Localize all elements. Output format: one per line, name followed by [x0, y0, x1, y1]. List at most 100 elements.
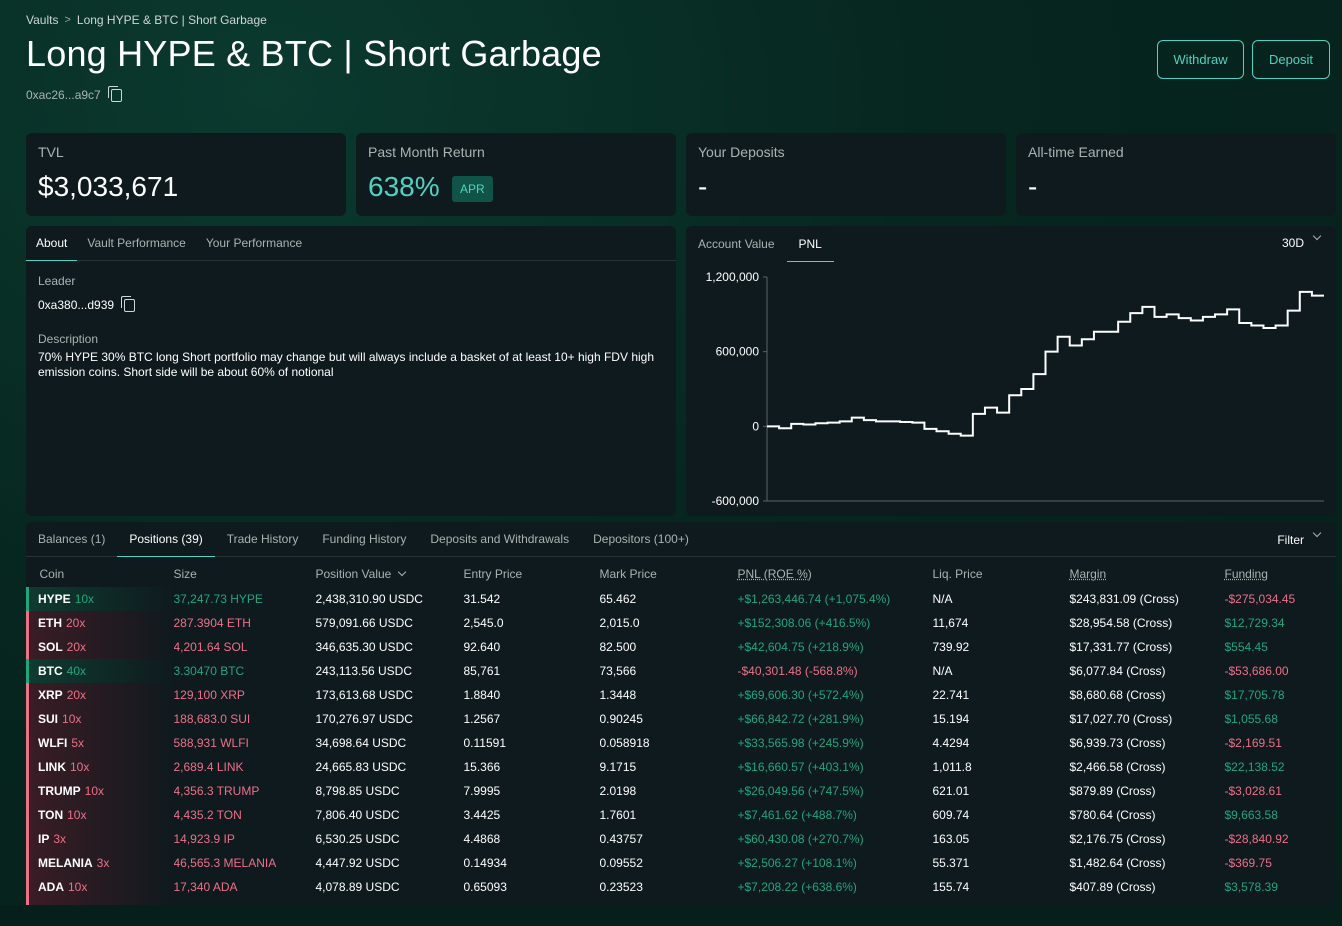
tab-balances[interactable]: Balances (1) — [26, 522, 117, 556]
deposits-label: Your Deposits — [698, 144, 785, 160]
copy-icon[interactable] — [107, 85, 122, 102]
table-row[interactable]: LINK 10x 2,689.4 LINK 24,665.83 USDC 15.366 9… — [26, 755, 1335, 779]
range-select[interactable]: 30D — [1282, 231, 1322, 250]
table-row[interactable]: IP 3x 14,923.9 IP 6,530.25 USDC 4.4868 0.4375… — [26, 827, 1335, 851]
cell-entry-price: 92.640 — [463, 640, 501, 654]
table-row[interactable]: SOL 20x 4,201.64 SOL 346,635.30 USDC 92.640 8… — [26, 635, 1335, 659]
col-margin-label: Margin — [1069, 566, 1107, 581]
col-size[interactable]: Size — [174, 560, 316, 587]
cell-coin[interactable]: IP 3x — [26, 827, 174, 851]
cell-position-value: 24,665.83 USDC — [315, 760, 407, 774]
cell-funding: -$275,034.45 — [1224, 592, 1296, 606]
copy-icon[interactable] — [121, 296, 136, 312]
tab-about[interactable]: About — [26, 226, 78, 261]
cell-coin[interactable]: TRUMP 10x — [26, 779, 174, 803]
table-row[interactable]: TON 10x 4,435.2 TON 7,806.40 USDC 3.4425 1.76… — [26, 803, 1335, 827]
earned-value: - — [1028, 171, 1038, 202]
cell-position-value: 34,698.64 USDC — [315, 736, 407, 750]
cell-entry-price: 31.542 — [463, 592, 501, 606]
cell-coin[interactable]: ADA 10x — [26, 875, 174, 899]
cell-position-value: 4,447.92 USDC — [315, 856, 400, 870]
col-funding-label: Funding — [1224, 566, 1268, 581]
cell-coin[interactable]: ETH 20x — [26, 611, 174, 635]
month-return-card: Past Month Return 638% APR — [356, 133, 676, 216]
cell-liq-price: 621.01 — [932, 784, 970, 798]
col-position-value[interactable]: Position Value — [316, 560, 464, 587]
cell-coin[interactable]: TON 10x — [26, 803, 174, 827]
cell-pnl: +$33,565.98 (+245.9%) — [737, 736, 864, 750]
positions-table-body: HYPE 10x 37,247.73 HYPE 2,438,310.90 USDC 31… — [26, 587, 1335, 923]
y-tick-label: 0 — [752, 419, 759, 433]
description-text: 70% HYPE 30% BTC long Short portfolio ma… — [38, 350, 655, 379]
breadcrumb-vaults[interactable]: Vaults — [26, 13, 58, 27]
tab-account-value[interactable]: Account Value — [686, 226, 787, 261]
about-panel: About Vault Performance Your Performance… — [26, 226, 676, 516]
cell-entry-price: 0.11591 — [463, 736, 507, 750]
tab-funding-history[interactable]: Funding History — [310, 522, 418, 556]
cell-entry-price: 0.65093 — [463, 880, 507, 894]
cell-liq-price: 55.371 — [932, 856, 970, 870]
cell-coin[interactable]: XRP 20x — [26, 683, 174, 707]
table-row[interactable]: ADA 10x 17,340 ADA 4,078.89 USDC 0.65093 0.23… — [26, 875, 1335, 899]
table-row[interactable]: ETH 20x 287.3904 ETH 579,091.66 USDC 2,545.0… — [26, 611, 1335, 635]
cell-pnl: +$42,604.75 (+218.9%) — [737, 640, 864, 654]
withdraw-button[interactable]: Withdraw — [1157, 40, 1244, 79]
tab-your-performance[interactable]: Your Performance — [196, 226, 312, 260]
col-coin[interactable]: Coin — [28, 560, 174, 587]
cell-margin: $6,939.73 (Cross) — [1069, 736, 1166, 750]
cell-mark-price: 2,015.0 — [599, 616, 640, 630]
table-row[interactable]: SUI 10x 188,683.0 SUI 170,276.97 USDC 1.2567… — [26, 707, 1335, 731]
tab-trade-history[interactable]: Trade History — [215, 522, 311, 556]
cell-coin[interactable]: SOL 20x — [26, 635, 174, 659]
deposits-card: Your Deposits - — [686, 133, 1006, 216]
cell-mark-price: 0.09552 — [599, 856, 643, 870]
page-title: Long HYPE & BTC | Short Garbage — [26, 33, 602, 74]
coin-name: TON — [38, 808, 64, 822]
cell-mark-price: 0.43757 — [599, 832, 643, 846]
cell-position-value: 4,078.89 USDC — [315, 880, 400, 894]
tab-deposits-withdrawals[interactable]: Deposits and Withdrawals — [418, 522, 581, 556]
cell-funding: $554.45 — [1224, 640, 1268, 654]
cell-coin[interactable]: MELANIA 3x — [26, 851, 174, 875]
tab-vault-performance[interactable]: Vault Performance — [77, 226, 196, 260]
apr-badge: APR — [452, 176, 493, 202]
col-funding[interactable]: Funding — [1225, 560, 1335, 587]
cell-size: 4,356.3 TRUMP — [173, 784, 260, 798]
col-entry-price[interactable]: Entry Price — [464, 560, 600, 587]
col-mark-price[interactable]: Mark Price — [600, 560, 738, 587]
tab-positions[interactable]: Positions (39) — [117, 522, 216, 557]
cell-liq-price: 163.05 — [932, 832, 970, 846]
cell-margin: $243,831.09 (Cross) — [1069, 592, 1179, 606]
cell-coin[interactable]: SUI 10x — [26, 707, 174, 731]
table-row[interactable]: XRP 20x 129,100 XRP 173,613.68 USDC 1.8840 1.… — [26, 683, 1335, 707]
cell-coin[interactable]: WLFI 5x — [26, 731, 174, 755]
chevron-down-icon — [398, 567, 407, 576]
cell-entry-price: 2,545.0 — [463, 616, 504, 630]
cell-coin[interactable]: HYPE 10x — [26, 587, 174, 611]
cell-coin[interactable]: BTC 40x — [26, 659, 174, 683]
cell-size: 46,565.3 MELANIA — [173, 856, 277, 870]
table-row[interactable]: WLFI 5x 588,931 WLFI 34,698.64 USDC 0.11591 0… — [26, 731, 1335, 755]
table-row[interactable]: BTC 40x 3.30470 BTC 243,113.56 USDC 85,761 73… — [26, 659, 1335, 683]
leader-label: Leader — [38, 274, 76, 288]
about-tabs: About Vault Performance Your Performance — [26, 226, 676, 261]
tab-pnl[interactable]: PNL — [786, 226, 835, 262]
cell-size: 4,201.64 SOL — [173, 640, 248, 654]
cell-position-value: 173,613.68 USDC — [315, 688, 413, 702]
cell-funding: $22,138.52 — [1224, 760, 1285, 774]
col-margin[interactable]: Margin — [1070, 560, 1225, 587]
deposit-button[interactable]: Deposit — [1252, 40, 1330, 79]
cell-pnl: +$69,606.30 (+572.4%) — [737, 688, 864, 702]
table-row[interactable]: HYPE 10x 37,247.73 HYPE 2,438,310.90 USDC 31… — [26, 587, 1335, 611]
cell-coin[interactable]: LINK 10x — [26, 755, 174, 779]
cell-mark-price: 9.1715 — [599, 760, 637, 774]
cell-mark-price: 65.462 — [599, 592, 637, 606]
coin-name: HYPE — [38, 592, 71, 606]
col-liq-price[interactable]: Liq. Price — [933, 560, 1070, 587]
cell-size: 129,100 XRP — [173, 688, 245, 702]
filter-select[interactable]: Filter — [1277, 528, 1322, 547]
table-row[interactable]: TRUMP 10x 4,356.3 TRUMP 8,798.85 USDC 7.9995… — [26, 779, 1335, 803]
tab-depositors[interactable]: Depositors (100+) — [581, 522, 701, 556]
col-pnl[interactable]: PNL (ROE %) — [738, 560, 933, 587]
table-row[interactable]: MELANIA 3x 46,565.3 MELANIA 4,447.92 USDC 0.… — [26, 851, 1335, 875]
